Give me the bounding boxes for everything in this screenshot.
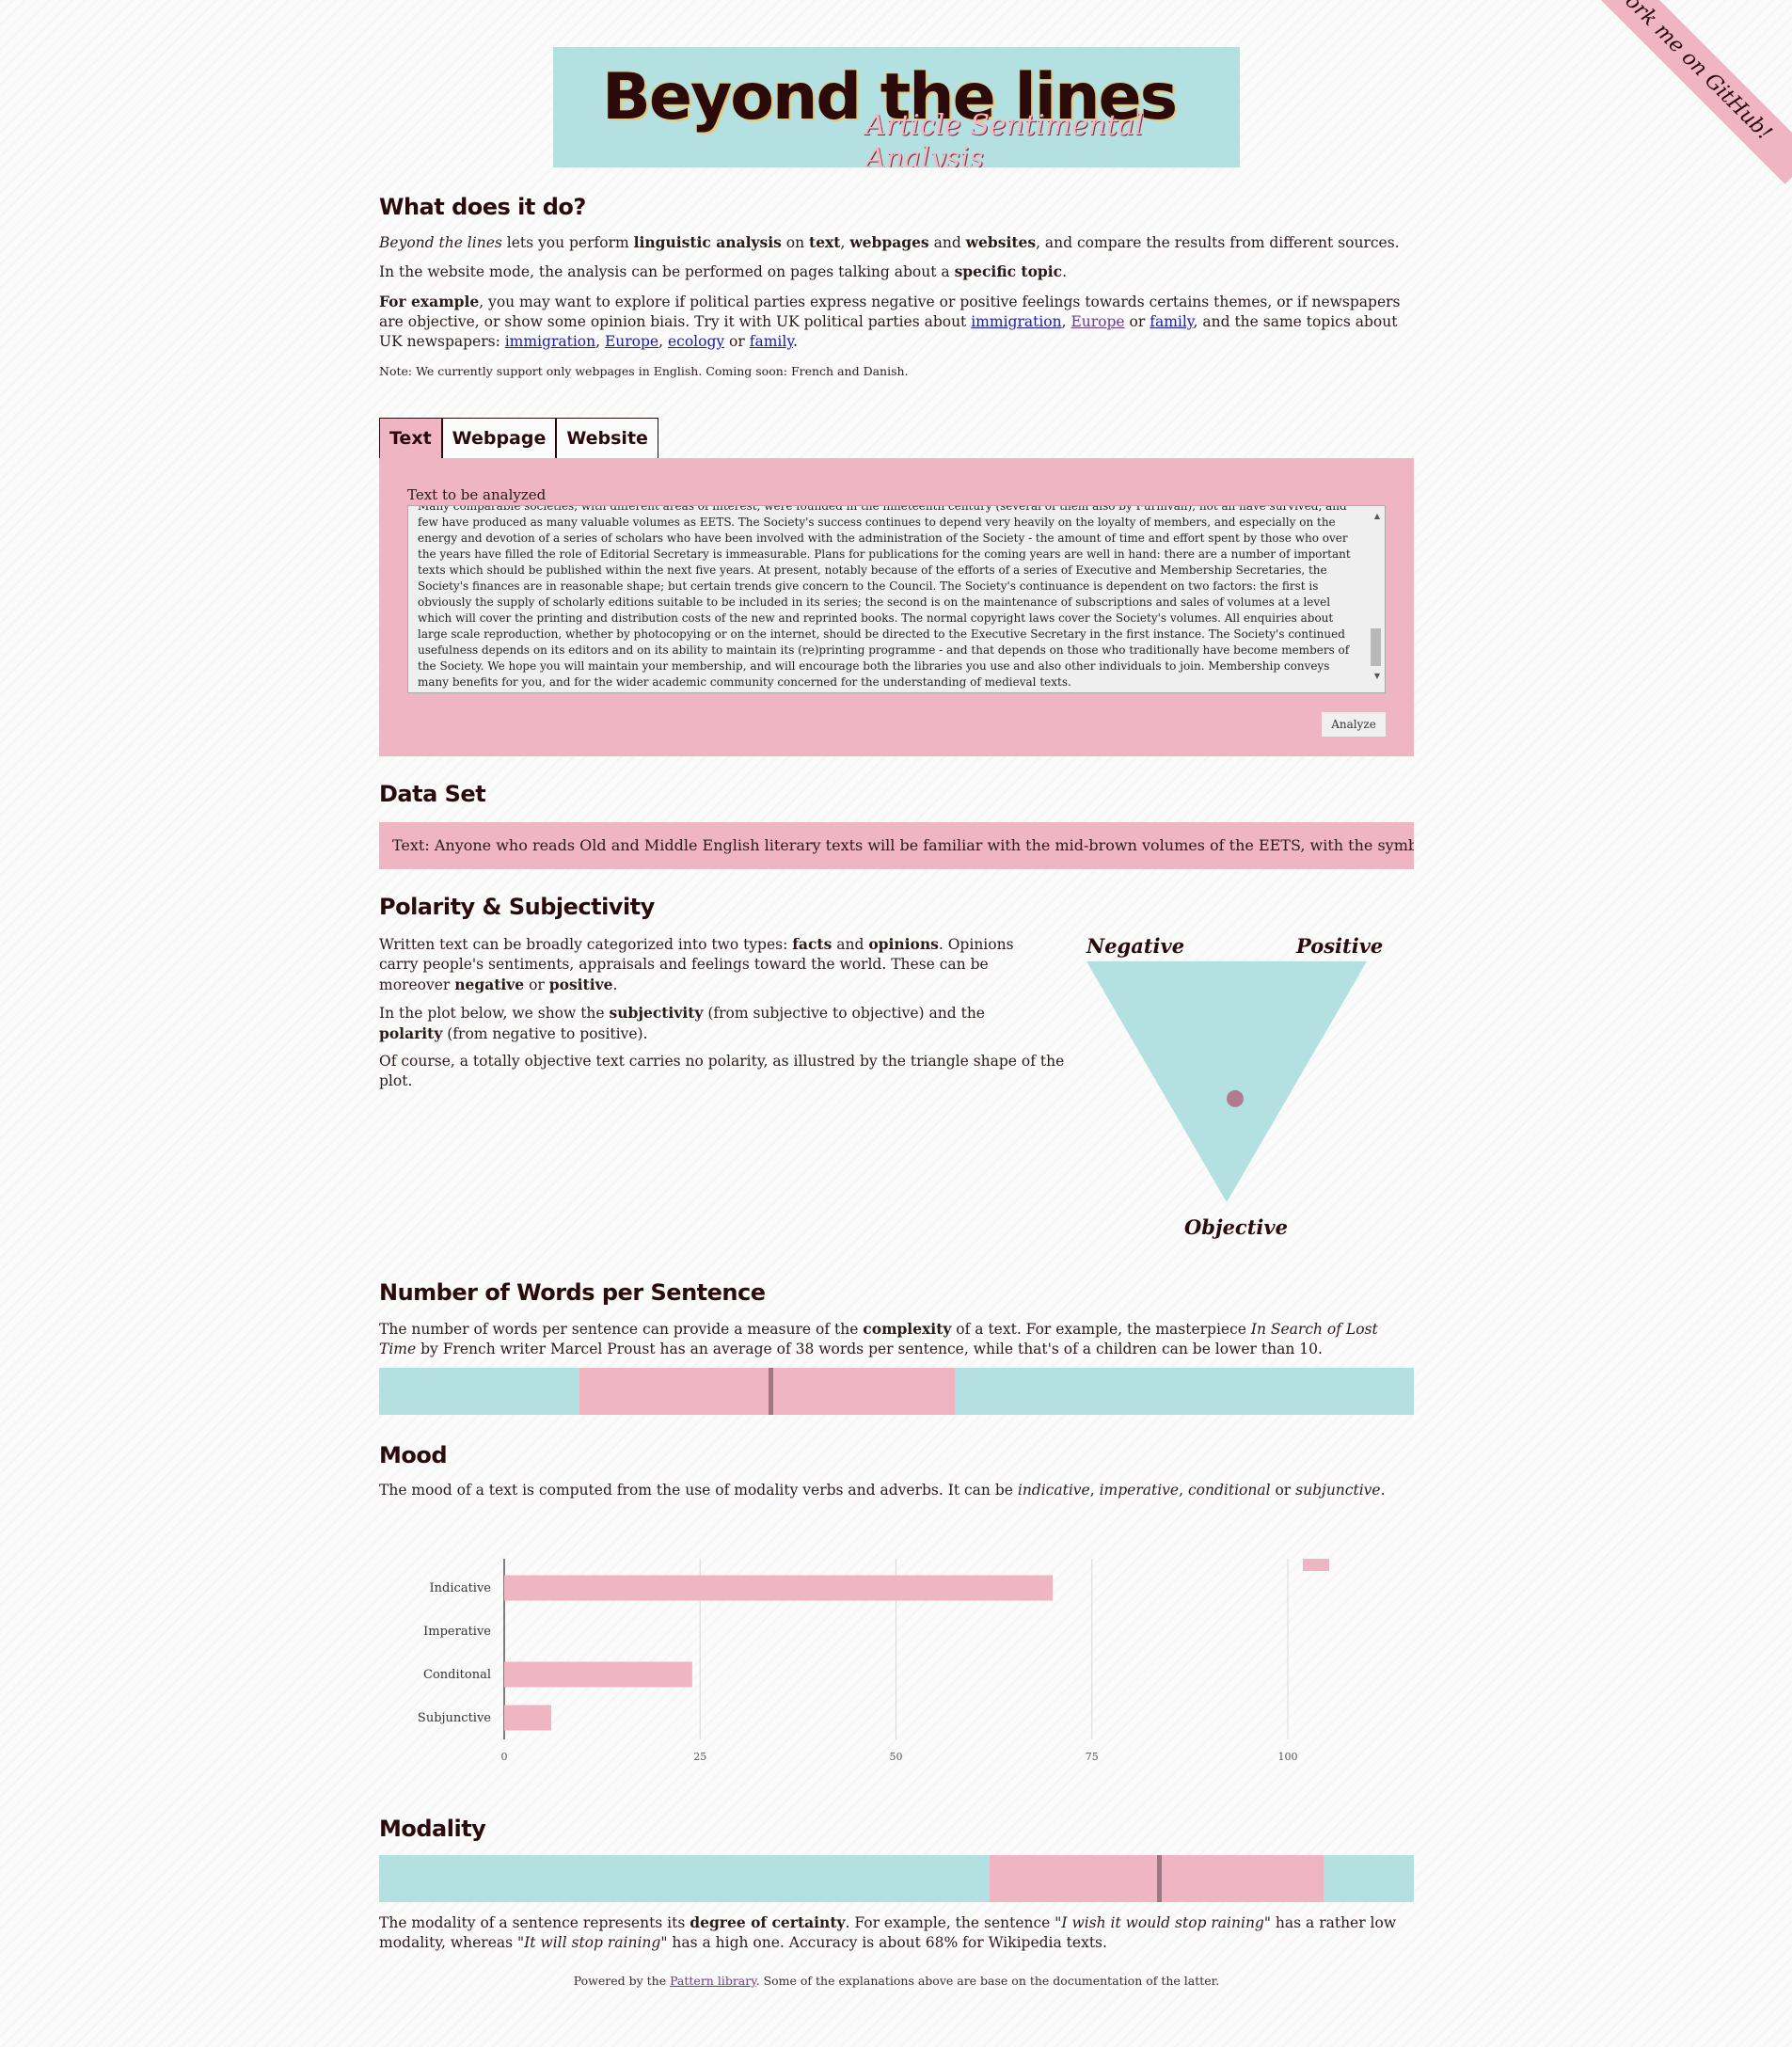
link-newspapers-ecology[interactable]: ecology (668, 333, 724, 350)
words-paragraph: The number of words per sentence can pro… (379, 1320, 1378, 1357)
pattern-library-link[interactable]: Pattern library (670, 1974, 756, 1988)
mood-bar (504, 1661, 692, 1688)
header-banner: Beyond the lines Article Sentimental Ana… (553, 47, 1240, 167)
scroll-down-arrow-icon[interactable]: ▼ (1374, 668, 1380, 684)
x-tick-label: 0 (501, 1751, 508, 1763)
modality-marker (1157, 1855, 1163, 1902)
link-newspapers-family[interactable]: family (750, 333, 793, 350)
tab-text[interactable]: Text (379, 418, 442, 459)
link-parties-europe[interactable]: Europe (1070, 313, 1124, 330)
modality-heading: Modality (379, 1816, 486, 1842)
mood-heading: Mood (379, 1442, 448, 1468)
category-label: Subjunctive (418, 1711, 491, 1725)
polarity-triangle (1086, 961, 1367, 1202)
polarity-heading: Polarity & Subjectivity (379, 894, 655, 920)
intro-paragraph-1: Beyond the lines lets you perform lingui… (379, 233, 1400, 251)
link-parties-immigration[interactable]: immigration (971, 313, 1061, 330)
footer: Powered by the Pattern library. Some of … (573, 1974, 1220, 1988)
tab-website[interactable]: Website (556, 418, 658, 459)
modality-bar (379, 1855, 1414, 1902)
polarity-triangle-plot (1086, 961, 1367, 1202)
text-input-value: Many comparable societies, with differen… (418, 505, 1351, 689)
words-average-marker (768, 1368, 773, 1415)
category-label: Indicative (430, 1581, 492, 1595)
mood-paragraph: The mood of a text is computed from the … (379, 1482, 1386, 1499)
legend-swatch (1303, 1559, 1329, 1571)
modality-paragraph: The modality of a sentence represents it… (379, 1913, 1397, 1951)
intro-heading: What does it do? (379, 194, 586, 220)
category-label: Conditonal (423, 1668, 491, 1682)
words-per-sentence-bar (379, 1368, 1414, 1415)
mood-bar (504, 1575, 1054, 1601)
github-ribbon[interactable]: Fork me on GitHub! (1572, 0, 1792, 184)
intro-paragraph-3: For example, you may want to explore if … (379, 293, 1401, 350)
intro-note: Note: We currently support only webpages… (379, 364, 909, 378)
objective-label: Objective (1184, 1215, 1288, 1239)
x-tick-label: 50 (890, 1751, 903, 1763)
textarea-label: Text to be analyzed (407, 486, 547, 503)
mode-tabs: Text Webpage Website (379, 418, 658, 459)
x-tick-label: 25 (693, 1751, 706, 1763)
polarity-paragraph-2: In the plot below, we show the subjectiv… (379, 1004, 985, 1042)
x-tick-label: 100 (1278, 1751, 1298, 1763)
dataset-heading: Data Set (379, 781, 486, 807)
tab-webpage[interactable]: Webpage (441, 418, 557, 459)
text-input[interactable]: Many comparable societies, with differen… (407, 505, 1386, 693)
x-tick-label: 75 (1086, 1751, 1099, 1763)
scroll-up-arrow-icon[interactable]: ▲ (1374, 508, 1380, 524)
analyze-button[interactable]: Analyze (1322, 712, 1386, 737)
text-form-panel: Text to be analyzed Many comparable soci… (379, 458, 1414, 756)
polarity-paragraph-1: Written text can be broadly categorized … (379, 935, 1014, 993)
negative-label: Negative (1086, 934, 1185, 958)
words-heading: Number of Words per Sentence (379, 1279, 766, 1306)
mood-bar-chart: 0 25 50 75 100 Indicative Imperative Conditonal… (418, 1559, 1329, 1763)
mood-bar (504, 1705, 551, 1731)
site-subtitle: Article Sentimental Analysis (865, 109, 1144, 167)
link-parties-family[interactable]: family (1150, 313, 1193, 330)
positive-label: Positive (1296, 934, 1384, 958)
polarity-point (1226, 1089, 1244, 1107)
link-newspapers-europe[interactable]: Europe (605, 333, 658, 350)
words-range-segment (579, 1368, 955, 1415)
textarea-scrollbar[interactable] (1371, 628, 1381, 666)
dataset-entry: Text: Anyone who reads Old and Middle En… (379, 822, 1414, 869)
category-label: Imperative (423, 1625, 491, 1639)
link-newspapers-immigration[interactable]: immigration (505, 333, 595, 350)
polarity-paragraph-3: Of course, a totally objective text carr… (379, 1053, 1065, 1089)
intro-paragraph-2: In the website mode, the analysis can be… (379, 262, 1068, 280)
